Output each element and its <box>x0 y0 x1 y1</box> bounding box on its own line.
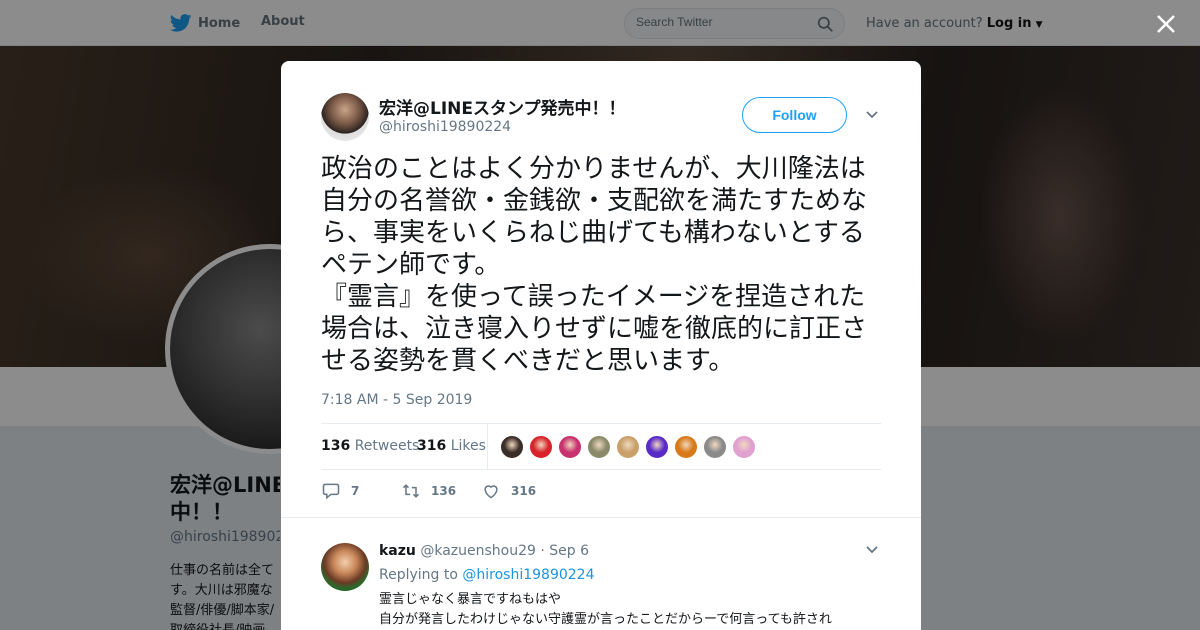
author-name[interactable]: 宏洋@LINEスタンプ発売中！！ <box>379 94 626 119</box>
liker-avatar[interactable] <box>616 435 640 459</box>
like-action-count: 316 <box>511 484 537 498</box>
retweet-stat[interactable]: 136 Retweets <box>321 438 419 454</box>
retweet-count: 136 <box>321 438 351 454</box>
liker-avatar[interactable] <box>587 435 611 459</box>
like-action[interactable]: 316 <box>481 481 536 501</box>
replying-to-link[interactable]: @hiroshi19890224 <box>462 567 594 583</box>
reply-icon[interactable] <box>321 481 341 501</box>
retweet-action-count: 136 <box>431 484 457 498</box>
like-stat[interactable]: 316 Likes <box>417 438 486 454</box>
reply-author-handle[interactable]: @kazuenshou29 <box>420 543 536 559</box>
reply-date[interactable]: · Sep 6 <box>540 543 589 559</box>
tweet-actions: 7 136 316 <box>321 481 881 505</box>
retweet-icon[interactable] <box>401 481 421 501</box>
stats-divider <box>487 424 488 470</box>
tweet-modal: 宏洋@LINEスタンプ発売中！！ @hiroshi19890224 Follow… <box>281 61 921 630</box>
replying-to: Replying to @hiroshi19890224 <box>379 567 594 583</box>
chevron-down-icon[interactable] <box>865 543 879 557</box>
liker-avatar[interactable] <box>500 435 524 459</box>
reply-text: 霊言じゃなく暴言ですねもはや 自分が発言したわけじゃない守護霊が言ったことだから… <box>379 592 832 627</box>
retweet-action[interactable]: 136 <box>401 481 456 501</box>
chevron-down-icon[interactable] <box>865 108 879 122</box>
liker-avatar[interactable] <box>674 435 698 459</box>
reply-author-name[interactable]: kazu <box>379 543 416 559</box>
close-icon[interactable] <box>1152 10 1180 38</box>
tweet-text: 政治のことはよく分かりませんが、大川隆法は自分の名誉欲・金銭欲・支配欲を満たすた… <box>321 154 868 376</box>
follow-button[interactable]: Follow <box>742 97 847 133</box>
like-count: 316 <box>417 438 447 454</box>
reply-action[interactable]: 7 <box>321 481 359 501</box>
reply-header: kazu @kazuenshou29 · Sep 6 <box>379 543 589 559</box>
liker-avatar[interactable] <box>558 435 582 459</box>
liker-avatar[interactable] <box>645 435 669 459</box>
liker-avatar[interactable] <box>732 435 756 459</box>
replies-divider <box>281 517 921 527</box>
author-avatar[interactable] <box>321 93 369 141</box>
replying-prefix: Replying to <box>379 567 458 583</box>
author-handle[interactable]: @hiroshi19890224 <box>379 119 511 135</box>
reply-count: 7 <box>351 484 360 498</box>
like-label: Likes <box>450 438 486 454</box>
heart-icon[interactable] <box>481 481 501 501</box>
retweet-label: Retweets <box>354 438 420 454</box>
liker-avatar[interactable] <box>703 435 727 459</box>
reply-avatar[interactable] <box>321 543 369 591</box>
liker-avatar[interactable] <box>529 435 553 459</box>
tweet-timestamp[interactable]: 7:18 AM - 5 Sep 2019 <box>321 392 472 408</box>
tweet-stats: 136 Retweets 316 Likes <box>321 423 881 470</box>
